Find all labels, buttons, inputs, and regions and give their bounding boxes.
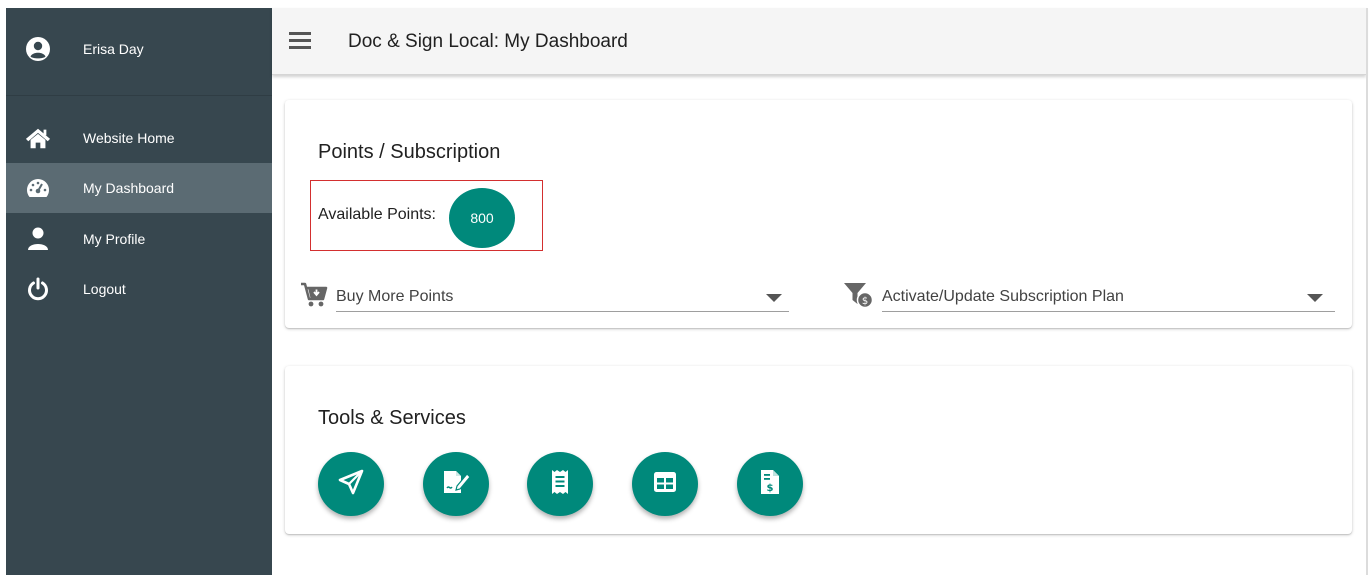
sidebar-user[interactable]: Erisa Day — [6, 8, 272, 96]
available-points-label: Available Points: — [318, 206, 436, 223]
cart-arrow-down-icon — [300, 282, 328, 313]
svg-text:$: $ — [862, 296, 868, 307]
sign-document-button[interactable] — [423, 452, 489, 516]
tools-services-card: Tools & Services $ — [285, 366, 1352, 534]
sidebar-item-label: My Profile — [83, 231, 146, 247]
chevron-down-icon — [1307, 294, 1323, 302]
home-icon — [25, 125, 51, 151]
send-paper-plane-icon — [337, 468, 365, 501]
svg-text:$: $ — [767, 483, 774, 494]
subscription-plan-select[interactable]: Activate/Update Subscription Plan — [882, 282, 1335, 312]
page-title: Doc & Sign Local: My Dashboard — [348, 31, 628, 52]
sidebar-item-my-dashboard[interactable]: My Dashboard — [6, 163, 272, 213]
document-sign-icon — [441, 468, 471, 501]
sidebar-item-my-profile[interactable]: My Profile — [6, 214, 272, 264]
dashboard-gauge-icon — [25, 175, 51, 201]
sidebar-item-logout[interactable]: Logout — [6, 264, 272, 314]
send-document-button[interactable] — [318, 452, 384, 516]
chevron-down-icon — [766, 294, 782, 302]
receipt-icon — [549, 468, 571, 501]
invoice-dollar-icon: $ — [759, 468, 781, 501]
table-grid-icon — [653, 471, 677, 498]
sidebar-item-label: Logout — [83, 281, 126, 297]
app-frame: Erisa Day Website Home My Dashboard My P… — [0, 0, 1371, 575]
points-subscription-card: Points / Subscription Available Points: … — [285, 100, 1352, 328]
sidebar-item-label: My Dashboard — [83, 180, 175, 196]
available-points-badge: 800 — [449, 188, 515, 248]
hamburger-menu-icon[interactable] — [289, 32, 311, 49]
sidebar-item-website-home[interactable]: Website Home — [6, 113, 272, 163]
top-app-bar: Doc & Sign Local: My Dashboard — [272, 8, 1366, 75]
available-points-value: 800 — [470, 210, 494, 226]
invoice-button[interactable]: $ — [737, 452, 803, 516]
points-card-title: Points / Subscription — [318, 141, 501, 163]
power-icon — [25, 276, 51, 302]
buy-more-points-select[interactable]: Buy More Points — [336, 282, 789, 312]
receipt-button[interactable] — [527, 452, 593, 516]
table-tool-button[interactable] — [632, 452, 698, 516]
filter-dollar-icon: $ — [843, 281, 875, 314]
sidebar-item-label: Website Home — [83, 130, 175, 146]
person-icon — [25, 226, 51, 252]
sidebar: Erisa Day Website Home My Dashboard My P… — [6, 8, 272, 575]
account-circle-icon — [25, 36, 51, 62]
scrollbar-track[interactable] — [1366, 8, 1368, 575]
buy-more-points-label: Buy More Points — [336, 288, 454, 305]
tools-card-title: Tools & Services — [318, 407, 466, 429]
subscription-plan-label: Activate/Update Subscription Plan — [882, 288, 1124, 305]
sidebar-user-name: Erisa Day — [83, 41, 144, 57]
